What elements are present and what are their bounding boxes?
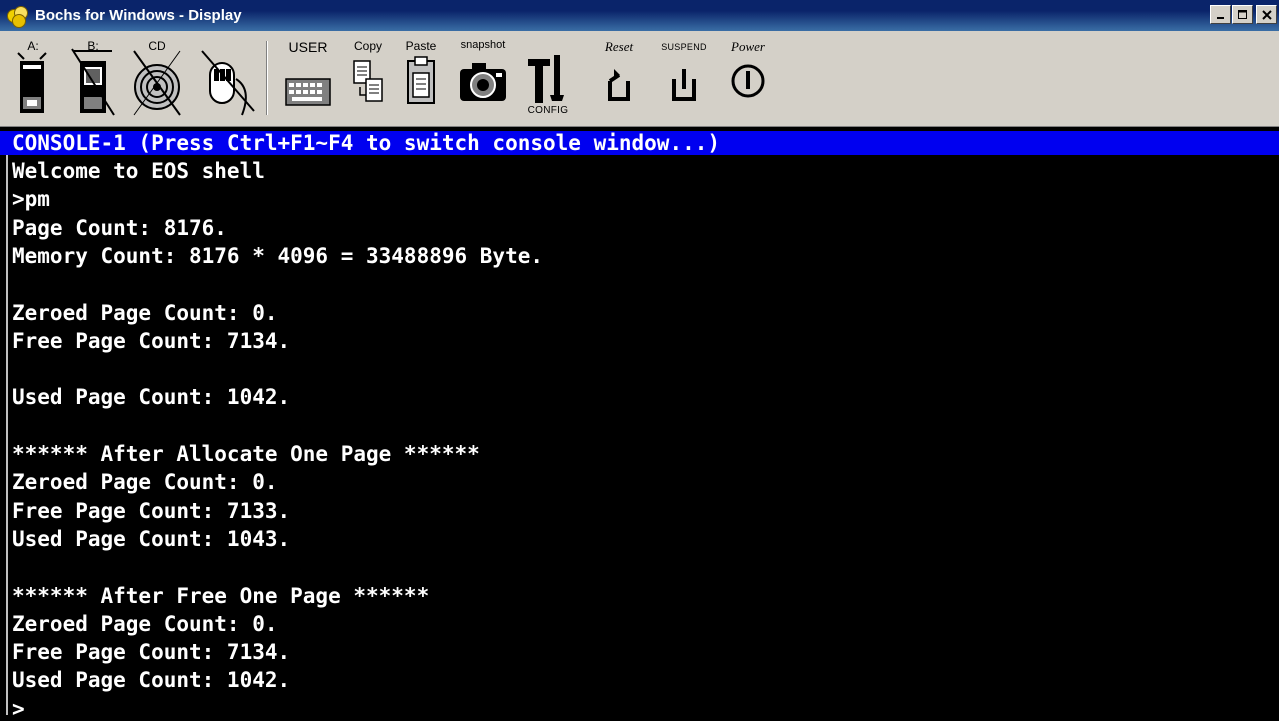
console-line: Free Page Count: 7134. xyxy=(12,640,291,665)
floppy-a-button[interactable]: A: xyxy=(8,39,58,119)
window-title: Bochs for Windows - Display xyxy=(35,7,242,24)
toolbar: A: B: CD USER Copy Paste snapshot CONFIG… xyxy=(0,31,1279,127)
copy-label: Copy xyxy=(353,39,382,53)
mouse-icon xyxy=(201,50,255,116)
cdrom-label: CD xyxy=(148,39,166,53)
console-line: > xyxy=(12,696,25,721)
reset-button[interactable]: Reset xyxy=(586,39,652,119)
console-left-border xyxy=(6,155,8,715)
console-line: Zeroed Page Count: 0. xyxy=(12,470,278,495)
suspend-button[interactable]: SUSPEND xyxy=(652,39,716,119)
paste-button[interactable]: Paste xyxy=(398,39,444,119)
console-line: Free Page Count: 7133. xyxy=(12,498,291,523)
power-button[interactable]: Power xyxy=(716,39,780,119)
minimize-icon xyxy=(1216,16,1224,19)
console-display[interactable]: CONSOLE-1 (Press Ctrl+F1~F4 to switch co… xyxy=(0,127,1279,721)
toolbar-separator xyxy=(266,41,268,115)
console-line: Used Page Count: 1042. xyxy=(12,668,291,693)
close-button[interactable] xyxy=(1256,5,1277,24)
close-icon xyxy=(1261,9,1272,20)
console-line: Zeroed Page Count: 0. xyxy=(12,300,278,325)
reset-label: Reset xyxy=(604,39,634,54)
floppy-a-label: A: xyxy=(27,39,39,53)
console-header-text: CONSOLE-1 (Press Ctrl+F1~F4 to switch co… xyxy=(12,131,721,155)
console-line: >pm xyxy=(12,187,50,212)
maximize-button[interactable] xyxy=(1232,5,1253,24)
bochs-app-icon xyxy=(6,5,28,28)
console-line: Used Page Count: 1043. xyxy=(12,526,291,551)
console-line: Page Count: 8176. xyxy=(12,215,227,240)
console-line: ****** After Free One Page ****** xyxy=(12,583,430,608)
user-button[interactable]: USER xyxy=(276,39,340,119)
snapshot-button[interactable]: snapshot xyxy=(450,39,516,119)
snapshot-label: snapshot xyxy=(460,39,506,51)
power-label: Power xyxy=(731,39,765,54)
console-line: Memory Count: 8176 * 4096 = 33488896 Byt… xyxy=(12,243,544,268)
config-button[interactable]: CONFIG xyxy=(520,39,576,119)
suspend-label: SUSPEND xyxy=(661,42,707,52)
camera-icon xyxy=(460,63,506,101)
console-line: Welcome to EOS shell xyxy=(12,159,265,183)
maximize-icon xyxy=(1237,9,1247,19)
copy-button[interactable]: Copy xyxy=(346,39,390,119)
mouse-button[interactable] xyxy=(192,39,258,119)
console-line: ****** After Allocate One Page ****** xyxy=(12,442,480,466)
user-label: USER xyxy=(288,39,328,55)
console-header-bar: CONSOLE-1 (Press Ctrl+F1~F4 to switch co… xyxy=(0,131,1279,155)
floppy-b-button[interactable]: B: xyxy=(64,39,122,119)
console-line: Zeroed Page Count: 0. xyxy=(12,611,278,636)
minimize-button[interactable] xyxy=(1210,5,1231,24)
cdrom-button[interactable]: CD xyxy=(128,39,186,119)
config-label: CONFIG xyxy=(527,105,569,116)
console-line: Free Page Count: 7134. xyxy=(12,328,291,353)
paste-label: Paste xyxy=(405,39,437,53)
console-line: Used Page Count: 1042. xyxy=(12,385,291,410)
floppy-b-label: B: xyxy=(87,39,99,53)
title-bar[interactable]: Bochs for Windows - Display xyxy=(0,0,1279,31)
